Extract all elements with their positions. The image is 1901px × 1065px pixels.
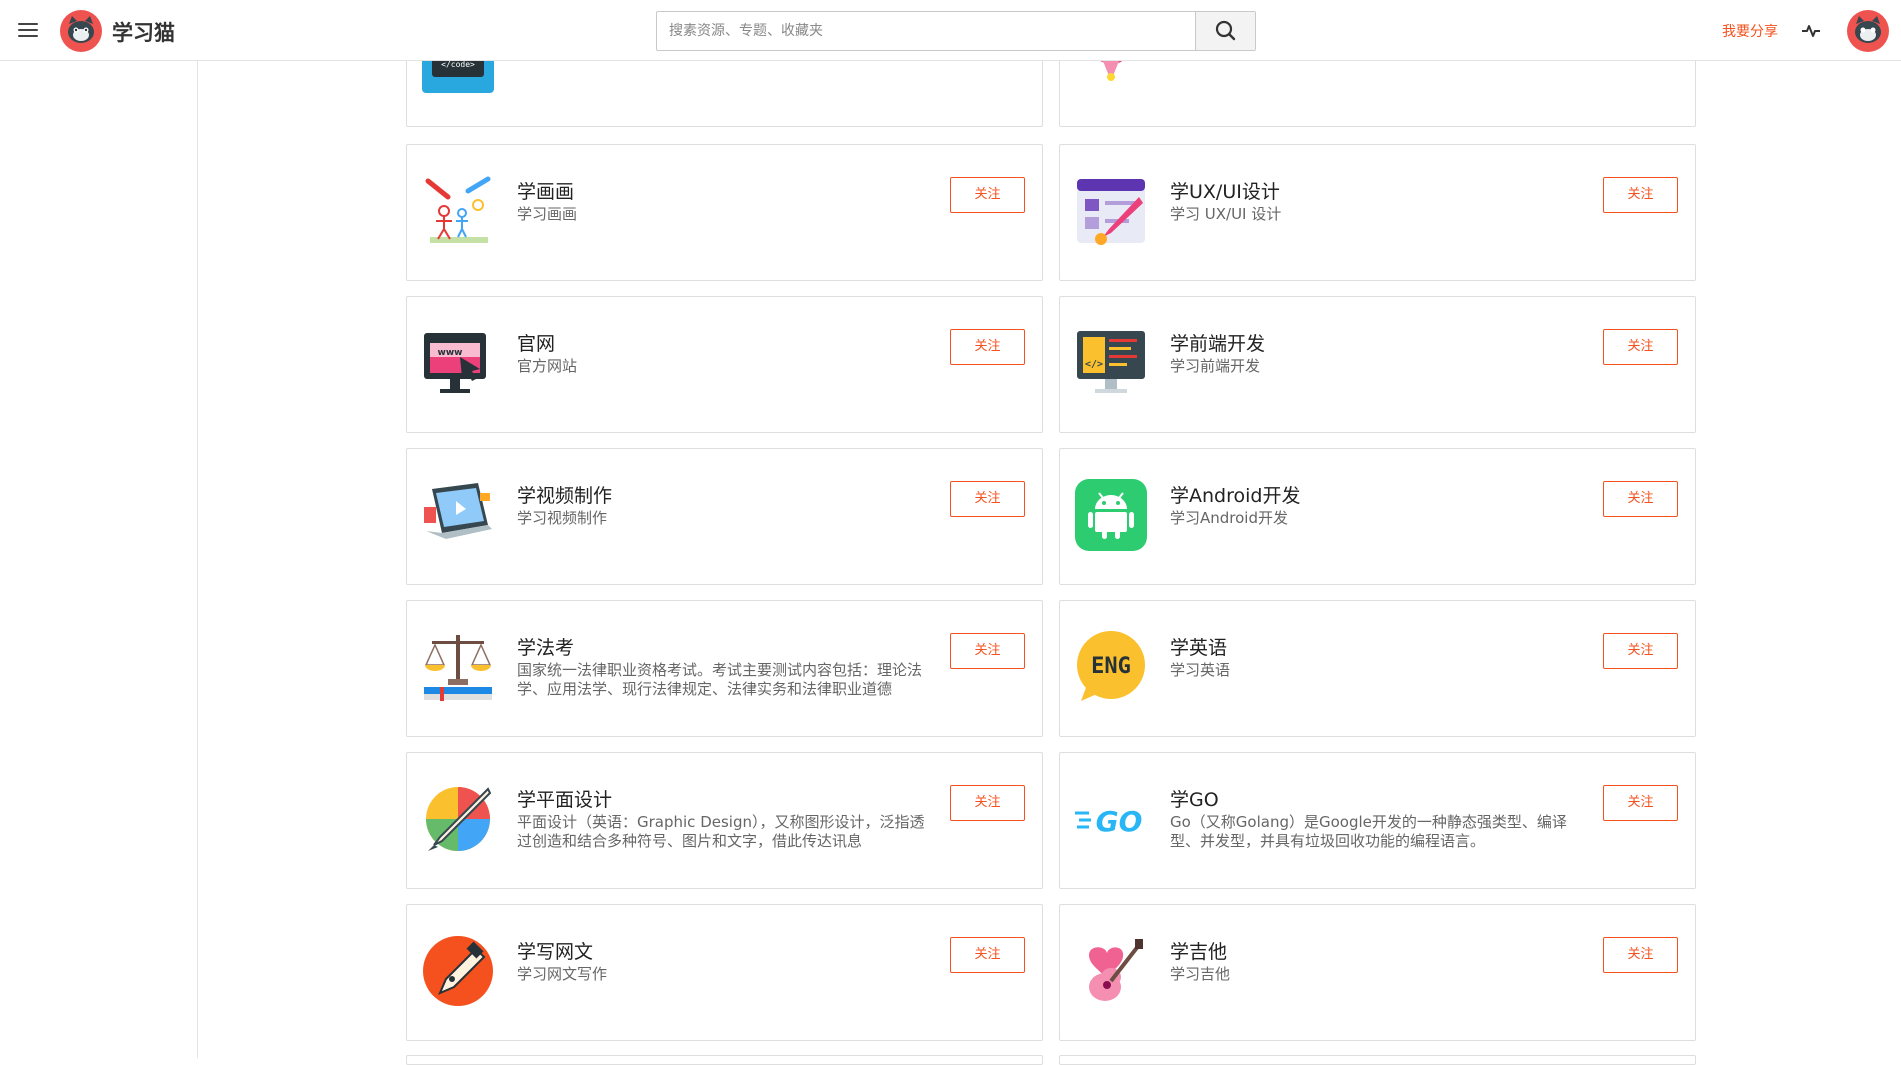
topic-desc: 学习吉他 xyxy=(1170,965,1231,983)
topic-card-ux-design[interactable]: 学UX/UI设计 学习 UX/UI 设计 关注 xyxy=(1059,144,1696,281)
avatar[interactable] xyxy=(1847,10,1889,52)
android-icon xyxy=(1075,479,1147,551)
topic-desc: 平面设计（英语：Graphic Design），又称图形设计，泛指透过创造和结合… xyxy=(517,813,925,850)
svg-text:ENG: ENG xyxy=(1091,654,1131,679)
svg-text:</>: </> xyxy=(1085,359,1103,370)
topic-desc: 国家统一法律职业资格考试。考试主要测试内容包括：理论法学、应用法学、现行法律规定… xyxy=(517,661,923,698)
cat-logo-icon[interactable] xyxy=(60,10,102,52)
topic-card-english[interactable]: ENG 学英语 学习英语 关注 xyxy=(1059,600,1696,737)
share-link[interactable]: 我要分享 xyxy=(1722,21,1778,41)
topic-title: 学视频制作 xyxy=(517,485,613,507)
brand-name[interactable]: 学习猫 xyxy=(112,17,175,47)
topic-card-frontend[interactable]: </> 学前端开发 学习前端开发 关注 xyxy=(1059,296,1696,433)
follow-button[interactable]: 关注 xyxy=(950,937,1025,973)
topic-title: 学写网文 xyxy=(517,941,594,963)
topic-card-partial xyxy=(406,1055,1043,1065)
menu-icon[interactable] xyxy=(16,18,40,42)
topic-card-partial xyxy=(1059,1055,1696,1065)
topic-card-golang[interactable]: GO 学GO Go（又称Golang）是Google开发的一种静态强类型、编译型… xyxy=(1059,752,1696,889)
topic-desc: Go（又称Golang）是Google开发的一种静态强类型、编译型、并发型，并具… xyxy=(1170,813,1567,850)
topic-card-video[interactable]: 学视频制作 学习视频制作 关注 xyxy=(406,448,1043,585)
follow-button[interactable]: 关注 xyxy=(1603,785,1678,821)
law-scale-icon xyxy=(424,635,492,701)
top-navbar: 学习猫 我要分享 xyxy=(0,0,1901,61)
topic-card-android[interactable]: 学Android开发 学习Android开发 关注 xyxy=(1059,448,1696,585)
follow-button[interactable]: 关注 xyxy=(950,177,1025,213)
topic-desc: 学习英语 xyxy=(1170,661,1231,679)
graphic-design-icon xyxy=(426,787,492,851)
topic-title: 学法考 xyxy=(517,637,575,659)
follow-button[interactable]: 关注 xyxy=(950,481,1025,517)
topic-title: 学英语 xyxy=(1170,637,1228,659)
topic-title: 学吉他 xyxy=(1170,941,1228,963)
follow-button[interactable]: 关注 xyxy=(1603,937,1678,973)
follow-button[interactable]: 关注 xyxy=(950,785,1025,821)
frontend-icon: </> xyxy=(1077,331,1145,393)
guitar-icon xyxy=(1089,939,1143,1001)
svg-text:</code>: </code> xyxy=(441,60,475,69)
svg-text:GO: GO xyxy=(1096,805,1143,838)
topic-card-law[interactable]: 学法考 国家统一法律职业资格考试。考试主要测试内容包括：理论法学、应用法学、现行… xyxy=(406,600,1043,737)
topic-card-guitar[interactable]: 学吉他 学习吉他 关注 xyxy=(1059,904,1696,1041)
follow-button[interactable]: 关注 xyxy=(950,633,1025,669)
follow-button[interactable]: 关注 xyxy=(1603,481,1678,517)
topic-title: 学前端开发 xyxy=(1170,333,1266,355)
topic-title: 学GO xyxy=(1170,789,1219,811)
english-icon: ENG xyxy=(1077,631,1145,701)
topic-desc: 学习 UX/UI 设计 xyxy=(1170,205,1282,223)
topic-grid: </code> 编程是策技巧、精确、逻辑、文体和想象的高端写作 心理学是对思想和… xyxy=(0,0,1901,1065)
follow-button[interactable]: 关注 xyxy=(1603,329,1678,365)
topic-card-website[interactable]: www 官网 官方网站 关注 xyxy=(406,296,1043,433)
topic-desc: 官方网站 xyxy=(517,357,578,375)
topic-card-drawing[interactable]: 学画画 学习画画 关注 xyxy=(406,144,1043,281)
topic-title: 学平面设计 xyxy=(517,789,613,811)
activity-icon[interactable] xyxy=(1800,20,1822,42)
topic-desc: 学习网文写作 xyxy=(517,965,608,983)
topic-card-web-novel[interactable]: 学写网文 学习网文写作 关注 xyxy=(406,904,1043,1041)
sidebar-divider xyxy=(197,61,198,1058)
follow-button[interactable]: 关注 xyxy=(950,329,1025,365)
topic-desc: 学习前端开发 xyxy=(1170,357,1261,375)
golang-icon: GO xyxy=(1075,805,1143,838)
topic-title: 学Android开发 xyxy=(1170,485,1301,507)
follow-button[interactable]: 关注 xyxy=(1603,633,1678,669)
topic-card-graphic-design[interactable]: 学平面设计 平面设计（英语：Graphic Design），又称图形设计，泛指透… xyxy=(406,752,1043,889)
svg-text:www: www xyxy=(438,348,463,358)
search-box xyxy=(656,11,1256,51)
drawing-icon xyxy=(425,176,491,243)
topic-title: 官网 xyxy=(517,333,556,355)
video-editing-icon xyxy=(424,483,492,539)
search-button[interactable] xyxy=(1195,12,1255,50)
topic-desc: 学习Android开发 xyxy=(1170,509,1288,527)
search-input[interactable] xyxy=(657,12,1195,50)
topic-desc: 学习视频制作 xyxy=(517,509,608,527)
website-icon: www xyxy=(424,333,486,393)
topic-title: 学画画 xyxy=(517,181,575,203)
topic-title: 学UX/UI设计 xyxy=(1170,181,1280,203)
pen-writing-icon xyxy=(423,936,493,1006)
search-icon xyxy=(1215,20,1236,41)
follow-button[interactable]: 关注 xyxy=(1603,177,1678,213)
ux-design-icon xyxy=(1077,179,1145,245)
topic-desc: 学习画画 xyxy=(517,205,578,223)
